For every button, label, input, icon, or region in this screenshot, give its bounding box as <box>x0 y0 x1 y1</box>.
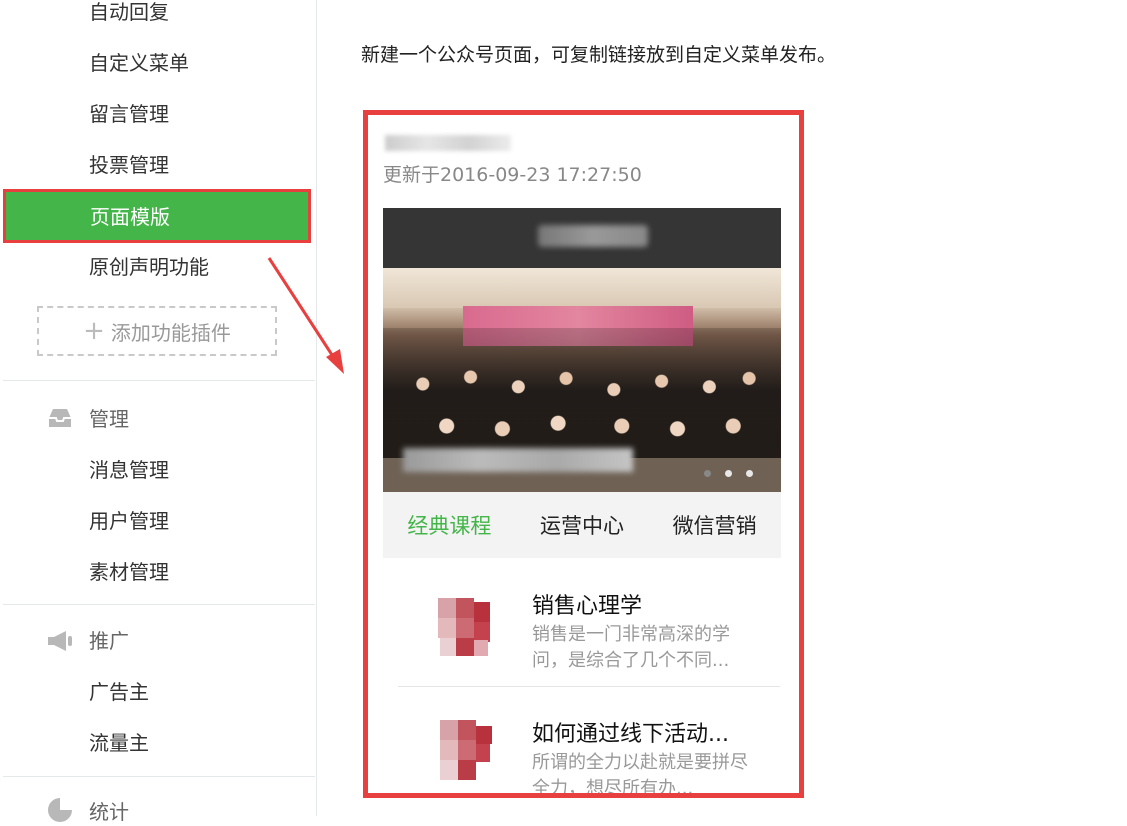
sidebar-item-auto-reply[interactable]: 自动回复 <box>89 0 169 26</box>
sidebar: 自动回复 自定义菜单 留言管理 投票管理 页面模版 原创声明功能 + 添加功能插… <box>0 0 317 824</box>
sidebar-item-user-manage[interactable]: 用户管理 <box>89 507 169 535</box>
sidebar-item-advertiser[interactable]: 广告主 <box>89 678 149 706</box>
divider <box>3 380 315 381</box>
plus-icon: + <box>83 316 105 346</box>
add-plugin-label: 添加功能插件 <box>110 320 231 345</box>
divider <box>3 776 315 777</box>
sidebar-item-publisher[interactable]: 流量主 <box>89 729 149 757</box>
divider <box>3 604 315 605</box>
highlight-frame <box>363 110 804 798</box>
sidebar-item-custom-menu[interactable]: 自定义菜单 <box>89 49 189 77</box>
sidebar-item-comment-manage[interactable]: 留言管理 <box>89 100 169 128</box>
sidebar-item-material-manage[interactable]: 素材管理 <box>89 558 169 586</box>
sidebar-item-vote-manage[interactable]: 投票管理 <box>89 151 169 179</box>
megaphone-icon <box>48 631 72 651</box>
pie-chart-icon <box>48 798 72 822</box>
sidebar-item-label: 页面模版 <box>90 205 170 229</box>
sidebar-group-promotion[interactable]: 推广 <box>89 627 129 655</box>
inbox-icon <box>49 409 71 427</box>
sidebar-item-original-declaration[interactable]: 原创声明功能 <box>89 253 209 281</box>
sidebar-item-message-manage[interactable]: 消息管理 <box>89 456 169 484</box>
sidebar-item-page-template[interactable]: 页面模版 <box>3 189 311 243</box>
sidebar-group-statistics[interactable]: 统计 <box>89 798 129 826</box>
add-plugin-button[interactable]: + 添加功能插件 <box>37 306 277 356</box>
page-description: 新建一个公众号页面，可复制链接放到自定义菜单发布。 <box>361 44 837 66</box>
sidebar-group-manage[interactable]: 管理 <box>89 405 129 433</box>
